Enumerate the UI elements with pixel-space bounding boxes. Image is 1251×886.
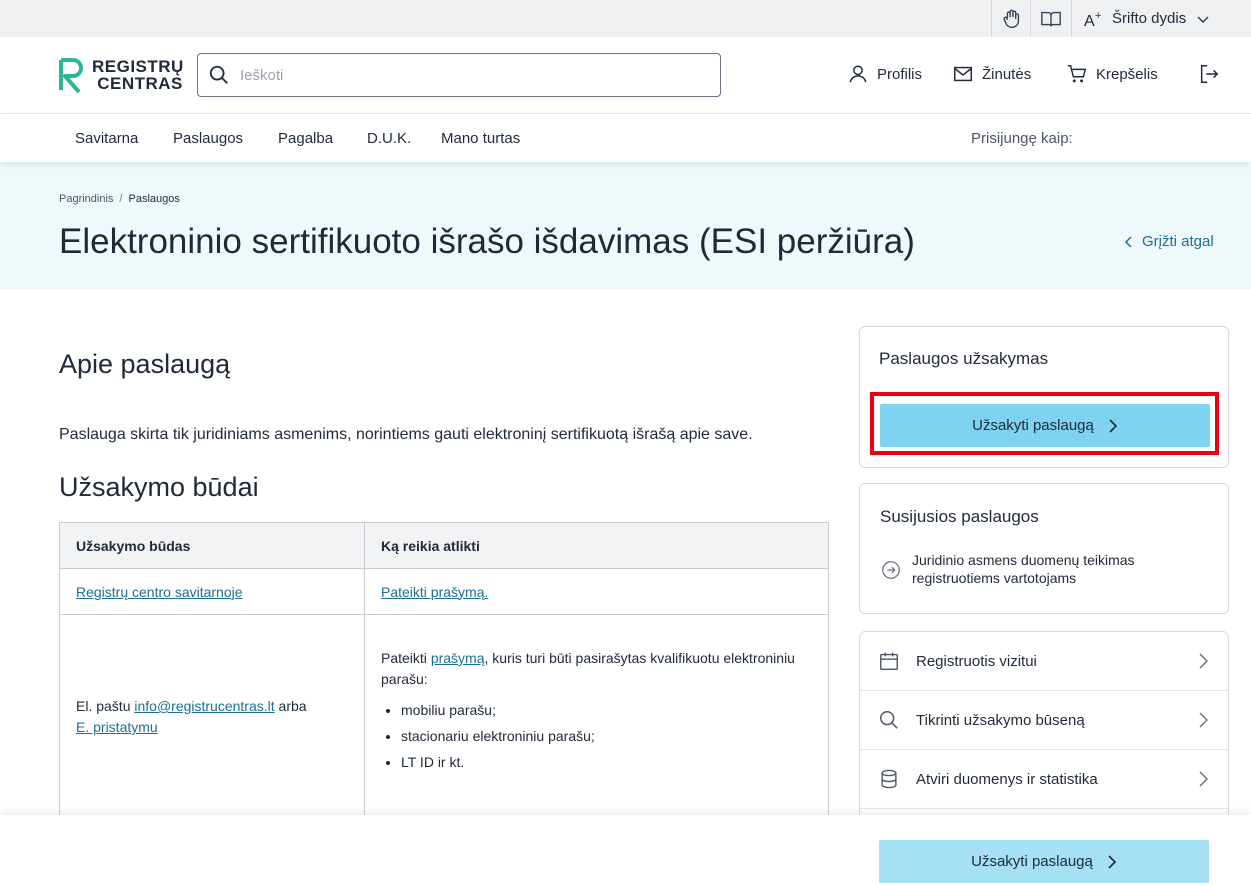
menu-item-check-status[interactable]: Tikrinti užsakymo būseną [860, 691, 1228, 750]
calendar-icon [880, 652, 898, 670]
self-service-link[interactable]: Registrų centro savitarnoje [76, 584, 243, 600]
logout-icon [1200, 65, 1219, 83]
site-header: REGISTRŲ CENTRAS Profilis Žinutės Krepše… [0, 37, 1251, 114]
logged-in-as-label: Prisijungę kaip: [971, 130, 1073, 147]
menu-item-label: Tikrinti užsakymo būseną [916, 711, 1085, 729]
logout-button[interactable] [1198, 63, 1220, 85]
table-cell: Pateikti prašymą. [364, 568, 829, 615]
signature-list: mobiliu parašu; stacionariu elektroniniu… [381, 700, 812, 772]
logo-mark-icon [59, 58, 83, 94]
cart-link[interactable]: Krepšelis [1066, 63, 1158, 85]
chevron-right-icon [1198, 771, 1208, 787]
quick-links-card: Registruotis vizitui Tikrinti užsakymo b… [859, 631, 1229, 831]
logo[interactable]: REGISTRŲ CENTRAS [58, 56, 184, 94]
related-service-item[interactable]: Juridinio asmens duomenų teikimas regist… [880, 551, 1200, 587]
chevron-right-icon [1108, 854, 1116, 869]
user-icon [849, 65, 867, 83]
sticky-order-bar: Užsakyti paslaugą [0, 815, 1251, 886]
email-link[interactable]: info@registrucentras.lt [134, 698, 274, 714]
messages-link[interactable]: Žinutės [952, 63, 1031, 85]
sticky-order-label: Užsakyti paslaugą [971, 853, 1093, 870]
request-link[interactable]: prašymą [431, 650, 485, 666]
main-nav: Savitarna Paslaugos Pagalba D.U.K. Mano … [0, 114, 1251, 162]
table-row: Registrų centro savitarnoje Pateikti pra… [59, 568, 829, 615]
chevron-down-icon [1197, 15, 1209, 23]
action-prefix: Pateikti [381, 650, 427, 666]
chevron-left-icon [1124, 235, 1132, 248]
breadcrumb-current[interactable]: Paslaugos [128, 193, 179, 205]
breadcrumb-home[interactable]: Pagrindinis [59, 193, 113, 205]
mail-icon [954, 66, 972, 82]
nav-item-paslaugos[interactable]: Paslaugos [173, 130, 243, 147]
e-delivery-link[interactable]: E. pristatymu [76, 719, 158, 735]
related-service-label: Juridinio asmens duomenų teikimas regist… [912, 552, 1135, 586]
table-header-row: Užsakymo būdas Ką reikia atlikti [59, 522, 829, 569]
sticky-order-button[interactable]: Užsakyti paslaugą [879, 840, 1209, 883]
page-title: Elektroninio sertifikuoto išrašo išdavim… [59, 222, 915, 261]
email-method-middle: arba [278, 698, 307, 714]
table-header-method: Užsakymo būdas [59, 522, 365, 569]
email-method-prefix: El. paštu [76, 698, 131, 714]
search-input[interactable] [240, 66, 680, 84]
menu-item-open-data[interactable]: Atviri duomenys ir statistika [860, 750, 1228, 809]
table-cell: Registrų centro savitarnoje [59, 568, 365, 615]
list-item: stacionariu elektroniniu parašu; [401, 726, 812, 746]
order-methods-table: Užsakymo būdas Ką reikia atlikti Registr… [59, 522, 829, 820]
breadcrumb-separator: / [119, 193, 123, 205]
cart-icon [1067, 65, 1087, 83]
search-box[interactable] [197, 53, 721, 97]
list-item: mobiliu parašu; [401, 700, 812, 720]
related-services-title: Susijusios paslaugos [880, 507, 1039, 526]
chevron-right-icon [1198, 653, 1208, 669]
breadcrumb: Pagrindinis / Paslaugos [59, 193, 180, 205]
back-label: Grįžti atgal [1142, 233, 1214, 250]
about-text: Paslauga skirta tik juridiniams asmenims… [59, 426, 753, 443]
related-services-card: Susijusios paslaugos Juridinio asmens du… [859, 483, 1229, 614]
table-row: El. paštu info@registrucentras.lt arba E… [59, 614, 829, 820]
page-hero: Pagrindinis / Paslaugos Elektroninio serti… [0, 162, 1251, 290]
profile-link[interactable]: Profilis [847, 63, 922, 85]
database-icon [881, 769, 897, 789]
svg-text:+: + [1095, 10, 1101, 22]
menu-item-label: Atviri duomenys ir statistika [916, 770, 1098, 788]
table-cell: Pateikti prašymą, kuris turi būti pasira… [364, 614, 829, 820]
sign-language-icon[interactable] [991, 0, 1031, 37]
arrow-circle-right-icon [882, 561, 900, 579]
search-icon [880, 711, 898, 729]
font-size-icon: A + [1084, 10, 1101, 28]
nav-item-duk[interactable]: D.U.K. [367, 130, 411, 147]
search-icon [209, 65, 228, 84]
submit-request-link[interactable]: Pateikti prašymą. [381, 584, 488, 600]
methods-heading: Užsakymo būdai [59, 472, 259, 502]
table-header-action: Ką reikia atlikti [364, 522, 829, 569]
order-card-title: Paslaugos užsakymas [879, 349, 1049, 368]
font-size-label: Šrifto dydis [1112, 10, 1187, 27]
list-item: LT ID ir kt. [401, 752, 812, 772]
back-link[interactable]: Grįžti atgal [1124, 233, 1214, 250]
profile-label: Profilis [877, 65, 923, 83]
nav-item-mano-turtas[interactable]: Mano turtas [441, 130, 520, 147]
utility-bar: A + Šrifto dydis [0, 0, 1251, 37]
highlight-box [870, 392, 1219, 455]
messages-label: Žinutės [982, 65, 1032, 83]
chevron-right-icon [1198, 712, 1208, 728]
font-size-selector[interactable]: A + Šrifto dydis [1071, 0, 1251, 37]
table-cell: El. paštu info@registrucentras.lt arba E… [59, 614, 365, 820]
cart-label: Krepšelis [1096, 65, 1158, 83]
book-icon[interactable] [1030, 0, 1070, 37]
logo-text: REGISTRŲ CENTRAS [92, 57, 184, 93]
about-heading: Apie paslaugą [59, 349, 231, 379]
svg-text:A: A [1084, 13, 1095, 28]
nav-item-pagalba[interactable]: Pagalba [278, 130, 333, 147]
nav-item-savitarna[interactable]: Savitarna [75, 130, 138, 147]
menu-item-register-visit[interactable]: Registruotis vizitui [860, 632, 1228, 691]
menu-item-label: Registruotis vizitui [916, 652, 1037, 670]
